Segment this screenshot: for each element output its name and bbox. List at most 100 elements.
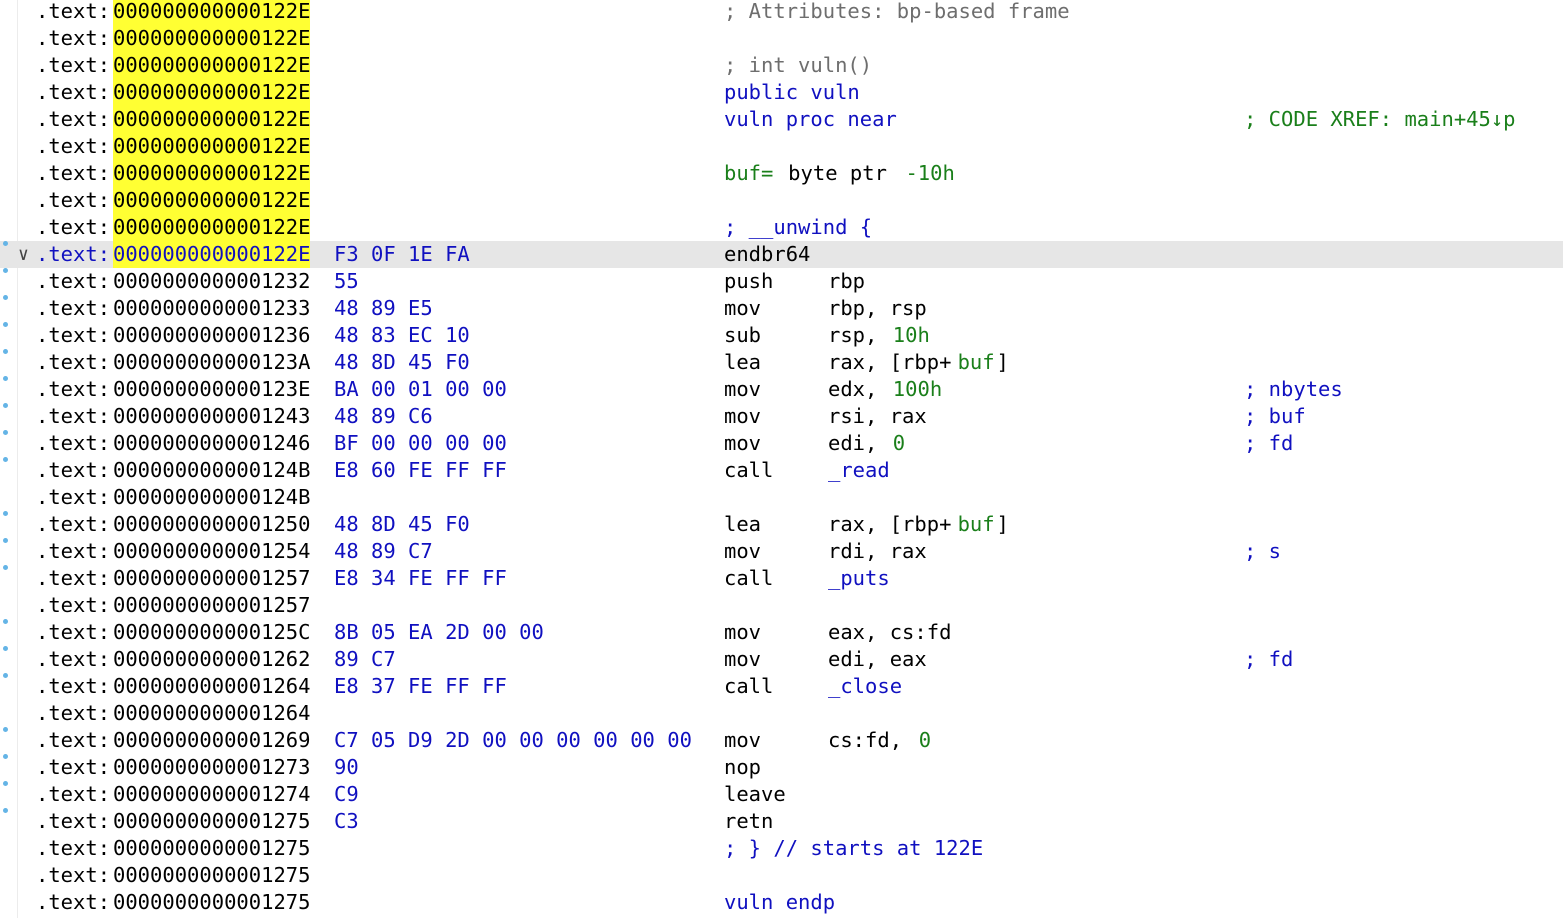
instruction-mnemonic[interactable]: push xyxy=(724,268,773,295)
instruction-operand[interactable]: rbp, rsp xyxy=(828,295,927,322)
address[interactable]: 000000000000122E xyxy=(113,52,311,79)
breakpoint-marker-icon[interactable] xyxy=(3,646,8,651)
function-declaration[interactable]: vuln proc near xyxy=(724,106,897,133)
breakpoint-marker-icon[interactable] xyxy=(3,403,8,408)
listing-row[interactable]: .text: 000000000000122E public vuln xyxy=(0,79,1563,106)
address[interactable]: 000000000000122E xyxy=(113,214,311,241)
listing-row[interactable]: .text: 0000000000001274 C9 leave xyxy=(0,781,1563,808)
breakpoint-marker-icon[interactable] xyxy=(3,430,8,435)
breakpoint-marker-icon[interactable] xyxy=(3,538,8,543)
address[interactable]: 0000000000001232 xyxy=(113,268,310,295)
listing-row[interactable]: .text: 000000000000124B xyxy=(0,484,1563,511)
listing-row[interactable]: .text: 0000000000001262 89 C7 mov edi, eax ; … xyxy=(0,646,1563,673)
instruction-operand[interactable]: rsi, rax xyxy=(828,403,927,430)
instruction-operand[interactable]: edx, xyxy=(828,376,890,403)
listing-row[interactable]: .text: 0000000000001257 xyxy=(0,592,1563,619)
address[interactable]: 000000000000122E xyxy=(113,106,311,133)
listing-row[interactable]: .text: 0000000000001275 vuln endp xyxy=(0,889,1563,916)
instruction-operand[interactable]: edi, xyxy=(828,430,890,457)
breakpoint-marker-icon[interactable] xyxy=(3,376,8,381)
breakpoint-marker-icon[interactable] xyxy=(3,268,8,273)
instruction-mnemonic[interactable]: call xyxy=(724,457,773,484)
instruction-mnemonic[interactable]: lea xyxy=(724,349,761,376)
listing-row[interactable]: .text: 000000000000123E BA 00 01 00 00 mov e… xyxy=(0,376,1563,403)
breakpoint-marker-icon[interactable] xyxy=(3,754,8,759)
instruction-operand[interactable]: rax, [rbp+ xyxy=(828,511,951,538)
current-line-row[interactable]: ∨ .text: 000000000000122E F3 0F 1E FA endbr6… xyxy=(0,241,1563,268)
address[interactable]: 0000000000001254 xyxy=(113,538,310,565)
listing-row[interactable]: .text: 000000000000125C 8B 05 EA 2D 00 00 m… xyxy=(0,619,1563,646)
listing-row[interactable]: .text: 000000000000122E xyxy=(0,133,1563,160)
call-target[interactable]: _read xyxy=(828,457,890,484)
address[interactable]: 0000000000001233 xyxy=(113,295,310,322)
function-declaration[interactable]: public vuln xyxy=(724,79,860,106)
address[interactable]: 0000000000001257 xyxy=(113,565,310,592)
listing-row[interactable]: .text: 0000000000001275 xyxy=(0,862,1563,889)
call-target[interactable]: _close xyxy=(828,673,902,700)
address[interactable]: 000000000000122E xyxy=(113,0,311,25)
address[interactable]: 0000000000001246 xyxy=(113,430,310,457)
address[interactable]: 000000000000122E xyxy=(113,133,311,160)
listing-row[interactable]: .text: 000000000000122E vuln proc near ; CO… xyxy=(0,106,1563,133)
listing-row[interactable]: .text: 000000000000124B E8 60 FE FF FF call… xyxy=(0,457,1563,484)
address[interactable]: 000000000000124B xyxy=(113,484,310,511)
listing-row[interactable]: .text: 0000000000001250 48 8D 45 F0 lea rax,… xyxy=(0,511,1563,538)
instruction-mnemonic[interactable]: leave xyxy=(724,781,786,808)
address[interactable]: 0000000000001257 xyxy=(113,592,310,619)
address[interactable]: 0000000000001264 xyxy=(113,673,310,700)
instruction-mnemonic[interactable]: mov xyxy=(724,403,761,430)
breakpoint-marker-icon[interactable] xyxy=(3,349,8,354)
address[interactable]: 000000000000122E xyxy=(113,79,311,106)
function-declaration[interactable]: vuln endp xyxy=(724,889,835,916)
listing-row[interactable]: .text: 0000000000001264 xyxy=(0,700,1563,727)
breakpoint-marker-icon[interactable] xyxy=(3,727,8,732)
listing-row[interactable]: .text: 000000000000122E xyxy=(0,25,1563,52)
instruction-mnemonic[interactable]: mov xyxy=(724,619,761,646)
instruction-mnemonic[interactable]: mov xyxy=(724,646,761,673)
breakpoint-marker-icon[interactable] xyxy=(3,565,8,570)
instruction-operand[interactable]: rbp xyxy=(828,268,865,295)
listing-row[interactable]: .text: 0000000000001275 ; } // starts at 1… xyxy=(0,835,1563,862)
listing-row[interactable]: .text: 0000000000001264 E8 37 FE FF FF call… xyxy=(0,673,1563,700)
stack-variable-name[interactable]: buf= xyxy=(724,160,773,187)
listing-row[interactable]: .text: 000000000000123A 48 8D 45 F0 lea rax,… xyxy=(0,349,1563,376)
instruction-operand[interactable]: rdi, rax xyxy=(828,538,927,565)
instruction-mnemonic[interactable]: mov xyxy=(724,376,761,403)
instruction-operand[interactable]: edi, eax xyxy=(828,646,927,673)
instruction-mnemonic[interactable]: sub xyxy=(724,322,761,349)
listing-row[interactable]: .text: 0000000000001275 C3 retn xyxy=(0,808,1563,835)
instruction-mnemonic[interactable]: mov xyxy=(724,538,761,565)
listing-row[interactable]: .text: 0000000000001232 55 push rbp xyxy=(0,268,1563,295)
ida-disassembly-view[interactable]: .text: 000000000000122E; Attributes: bp-b… xyxy=(0,0,1563,918)
breakpoint-marker-icon[interactable] xyxy=(3,619,8,624)
breakpoint-marker-icon[interactable] xyxy=(3,241,8,246)
address[interactable]: 0000000000001274 xyxy=(113,781,310,808)
listing-row[interactable]: .text: 000000000000122E ; Attributes: bp-b… xyxy=(0,0,1563,25)
instruction-mnemonic[interactable]: retn xyxy=(724,808,773,835)
address[interactable]: 0000000000001275 xyxy=(113,862,310,889)
address[interactable]: 000000000000122E xyxy=(113,187,311,214)
breakpoint-marker-icon[interactable] xyxy=(3,457,8,462)
address[interactable]: 000000000000122E xyxy=(113,25,311,52)
instruction-mnemonic[interactable]: lea xyxy=(724,511,761,538)
instruction-mnemonic[interactable]: mov xyxy=(724,430,761,457)
address[interactable]: 000000000000123E xyxy=(113,376,310,403)
address[interactable]: 000000000000124B xyxy=(113,457,310,484)
call-target[interactable]: _puts xyxy=(828,565,890,592)
instruction-operand[interactable]: eax, cs:fd xyxy=(828,619,951,646)
collapse-chevron-icon[interactable]: ∨ xyxy=(18,241,36,268)
breakpoint-marker-icon[interactable] xyxy=(3,322,8,327)
instruction-mnemonic[interactable]: call xyxy=(724,565,773,592)
breakpoint-marker-icon[interactable] xyxy=(3,511,8,516)
address[interactable]: 0000000000001273 xyxy=(113,754,310,781)
address[interactable]: 0000000000001243 xyxy=(113,403,310,430)
listing-row[interactable]: .text: 0000000000001243 48 89 C6 mov rsi, ra… xyxy=(0,403,1563,430)
listing-row[interactable]: .text: 0000000000001236 48 83 EC 10 sub rsp,… xyxy=(0,322,1563,349)
instruction-operand[interactable]: rax, [rbp+ xyxy=(828,349,951,376)
instruction-mnemonic[interactable]: nop xyxy=(724,754,761,781)
address[interactable]: 0000000000001275 xyxy=(113,889,310,916)
listing-row[interactable]: .text: 000000000000122E buf= byte ptr -10h xyxy=(0,160,1563,187)
listing-row[interactable]: .text: 000000000000122E ; __unwind { xyxy=(0,214,1563,241)
code-xref-comment[interactable]: ; CODE XREF: main+45↓p xyxy=(1244,106,1516,133)
listing-row[interactable]: .text: 0000000000001246 BF 00 00 00 00 mov e… xyxy=(0,430,1563,457)
